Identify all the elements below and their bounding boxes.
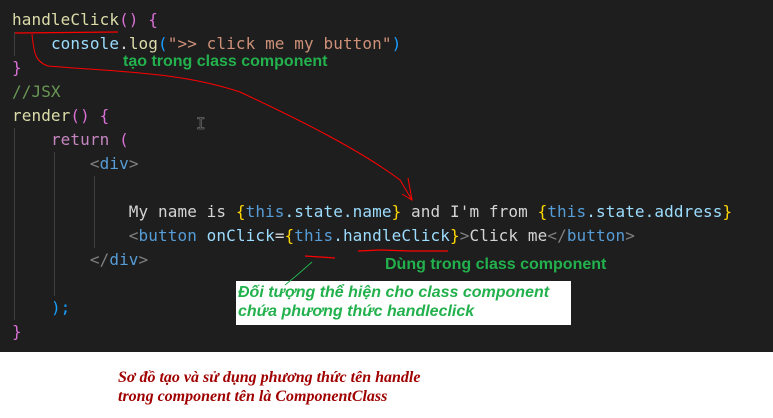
annotation-arrows xyxy=(14,31,448,286)
figure-caption: Sơ đồ tạo và sử dụng phương thức tên han… xyxy=(118,368,420,406)
underline-handleclick xyxy=(14,31,119,34)
caption-line: Sơ đồ tạo và sử dụng phương thức tên han… xyxy=(118,369,421,386)
arrow-create-to-use xyxy=(31,33,413,201)
caption-line: trong component tên là ComponentClass xyxy=(118,388,388,405)
underline-this-handleclick xyxy=(357,249,448,252)
underline-this xyxy=(304,255,336,259)
green-pointer xyxy=(284,261,313,286)
